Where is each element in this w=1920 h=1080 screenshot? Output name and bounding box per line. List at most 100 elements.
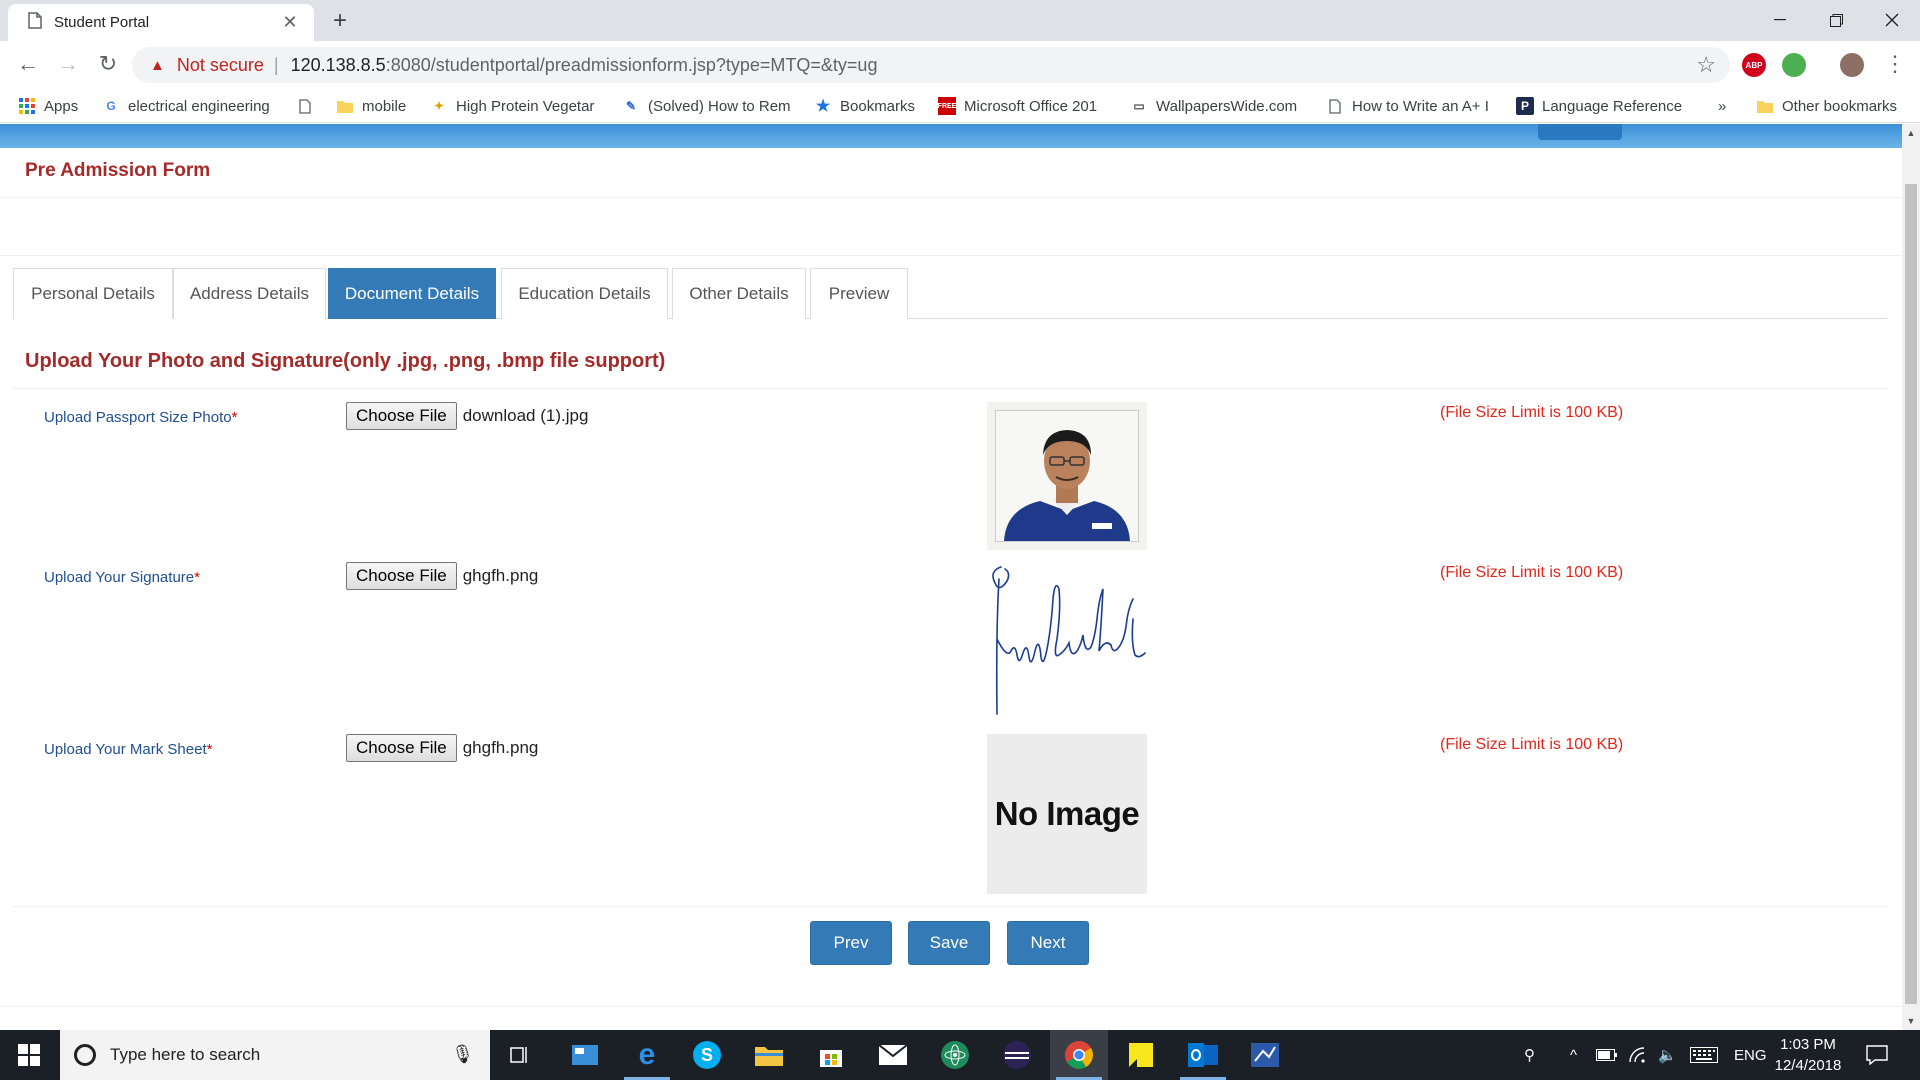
choose-file-button[interactable]: Choose File [346, 562, 457, 590]
browser-tab[interactable]: Student Portal ✕ [8, 4, 314, 41]
bookmark-other-bookmarks[interactable]: Other bookmarks [1756, 95, 1897, 117]
selected-file-name: download (1).jpg [462, 406, 589, 425]
sticky-notes-icon[interactable] [1112, 1030, 1170, 1080]
file-size-limit-note: (File Size Limit is 100 KB) [1440, 736, 1624, 753]
atom-editor-icon[interactable] [926, 1030, 984, 1080]
divider [13, 388, 1887, 389]
close-window-button[interactable] [1864, 0, 1920, 40]
security-label: Not secure [176, 54, 264, 75]
eclipse-icon[interactable] [988, 1030, 1046, 1080]
signature-file-input[interactable]: Choose File ghgfh.png [346, 562, 538, 590]
input-language[interactable]: ENG [1734, 1030, 1767, 1080]
store-icon[interactable] [802, 1030, 860, 1080]
people-icon[interactable]: ⚲ [1524, 1030, 1535, 1080]
windows-start-button[interactable] [0, 1030, 58, 1080]
cortana-icon [74, 1044, 96, 1066]
mail-envelope-icon[interactable] [864, 1030, 922, 1080]
photo-file-input[interactable]: Choose File download (1).jpg [346, 402, 588, 430]
minimize-button[interactable] [1752, 0, 1808, 40]
bookmark-how-to-write[interactable]: How to Write an A+ I [1326, 95, 1496, 117]
prev-button[interactable]: Prev [810, 921, 892, 965]
restore-button[interactable] [1808, 0, 1864, 40]
bookmark-electrical-engineering[interactable]: G electrical engineering [102, 95, 274, 117]
url-path: :8080/studentportal/preadmissionform.jsp… [385, 54, 878, 75]
back-arrow-icon[interactable]: ← [14, 51, 42, 79]
fitness-icon: ✦ [433, 99, 445, 113]
signature-image [992, 566, 1146, 715]
browser-titlebar: Student Portal ✕ + [0, 0, 1920, 41]
scroll-thumb[interactable] [1905, 184, 1917, 1004]
action-center-icon[interactable] [1866, 1030, 1888, 1080]
adblock-icon[interactable]: ABP [1742, 53, 1766, 77]
tab-education-details[interactable]: Education Details [501, 268, 668, 319]
omnibox-separator: | [273, 54, 279, 75]
tab-other-details[interactable]: Other Details [672, 268, 806, 319]
bookmark-language-reference[interactable]: P Language Reference [1516, 95, 1688, 117]
extension-icon[interactable] [1782, 53, 1806, 77]
warning-icon: ▲ [150, 56, 165, 74]
new-tab-button[interactable]: + [326, 8, 354, 36]
bookmark-high-protein[interactable]: ✦ High Protein Vegetar [430, 95, 600, 117]
tab-document-details[interactable]: Document Details [328, 268, 496, 319]
wifi-icon[interactable] [1628, 1030, 1648, 1080]
signature-upload-label: Upload Your Signature* [44, 569, 200, 586]
bookmark-mobile[interactable]: mobile [336, 95, 406, 117]
google-icon: G [106, 99, 116, 113]
bookmarks-overflow-button[interactable]: » [1718, 95, 1726, 117]
selected-file-name: ghgfh.png [462, 738, 539, 757]
battery-icon[interactable] [1596, 1030, 1618, 1080]
required-mark: * [231, 409, 238, 426]
header-button[interactable] [1538, 124, 1622, 140]
tab-address-details[interactable]: Address Details [173, 268, 326, 319]
bookmark-page[interactable] [296, 95, 322, 117]
tab-preview[interactable]: Preview [810, 268, 908, 319]
microphone-icon[interactable]: 🎙 [451, 1044, 474, 1065]
choose-file-button[interactable]: Choose File [346, 734, 457, 762]
bookmark-microsoft-office[interactable]: FREE Microsoft Office 201 [938, 95, 1110, 117]
profile-avatar[interactable] [1840, 53, 1864, 77]
volume-icon[interactable]: 🔈 [1658, 1030, 1677, 1080]
menu-dots-icon[interactable]: ⋮ [1884, 49, 1906, 79]
bookmark-wallpaperswide[interactable]: ▭ WallpapersWide.com [1130, 95, 1302, 117]
reload-icon[interactable]: ↻ [94, 51, 122, 79]
mail-app-icon[interactable] [556, 1030, 614, 1080]
taskbar-search-box[interactable]: Type here to search 🎙 [60, 1030, 490, 1080]
system-clock[interactable]: 1:03 PM 12/4/2018 [1766, 1034, 1850, 1076]
photo-upload-label: Upload Passport Size Photo* [44, 409, 238, 426]
no-image-placeholder: No Image [987, 734, 1147, 894]
divider [13, 906, 1887, 907]
bookmark-solved[interactable]: ✎ (Solved) How to Rem [622, 95, 792, 117]
marksheet-file-input[interactable]: Choose File ghgfh.png [346, 734, 538, 762]
forward-arrow-icon[interactable]: → [54, 51, 82, 79]
tab-personal-details[interactable]: Personal Details [13, 268, 173, 319]
page-icon [28, 11, 42, 34]
section-title: Upload Your Photo and Signature(only .jp… [25, 350, 666, 372]
bookmark-apps[interactable]: Apps [18, 95, 78, 117]
page-scrollbar[interactable]: ▲ ▼ [1902, 124, 1920, 1030]
star-icon: ★ [815, 98, 831, 115]
bookmark-star-icon[interactable]: ☆ [1696, 52, 1716, 78]
file-explorer-icon[interactable] [740, 1030, 798, 1080]
folder-icon [336, 97, 354, 115]
bookmark-bookmarks[interactable]: ★ Bookmarks [814, 95, 915, 117]
choose-file-button[interactable]: Choose File [346, 402, 457, 430]
chrome-browser-icon[interactable] [1050, 1030, 1108, 1080]
next-button[interactable]: Next [1007, 921, 1089, 965]
bookmarks-bar: Apps G electrical engineering mobile ✦ H… [0, 89, 1920, 123]
scroll-down-icon[interactable]: ▼ [1902, 1012, 1920, 1030]
keyboard-icon[interactable] [1690, 1030, 1718, 1080]
network-tool-icon[interactable] [1236, 1030, 1294, 1080]
save-button[interactable]: Save [908, 921, 990, 965]
close-tab-icon[interactable]: ✕ [280, 12, 300, 33]
solved-icon: ✎ [625, 99, 637, 113]
scroll-up-icon[interactable]: ▲ [1902, 124, 1920, 142]
show-hidden-icons-chevron[interactable]: ^ [1570, 1030, 1577, 1080]
outlook-icon[interactable] [1174, 1030, 1232, 1080]
task-view-icon[interactable] [490, 1030, 548, 1080]
marksheet-upload-label: Upload Your Mark Sheet* [44, 741, 213, 758]
skype-icon[interactable]: S [678, 1030, 736, 1080]
photo-preview [987, 402, 1147, 550]
address-bar[interactable]: ▲ Not secure | 120.138.8.5:8080/studentp… [132, 47, 1730, 83]
office-icon: FREE [938, 97, 956, 115]
edge-browser-icon[interactable]: e [618, 1030, 676, 1080]
